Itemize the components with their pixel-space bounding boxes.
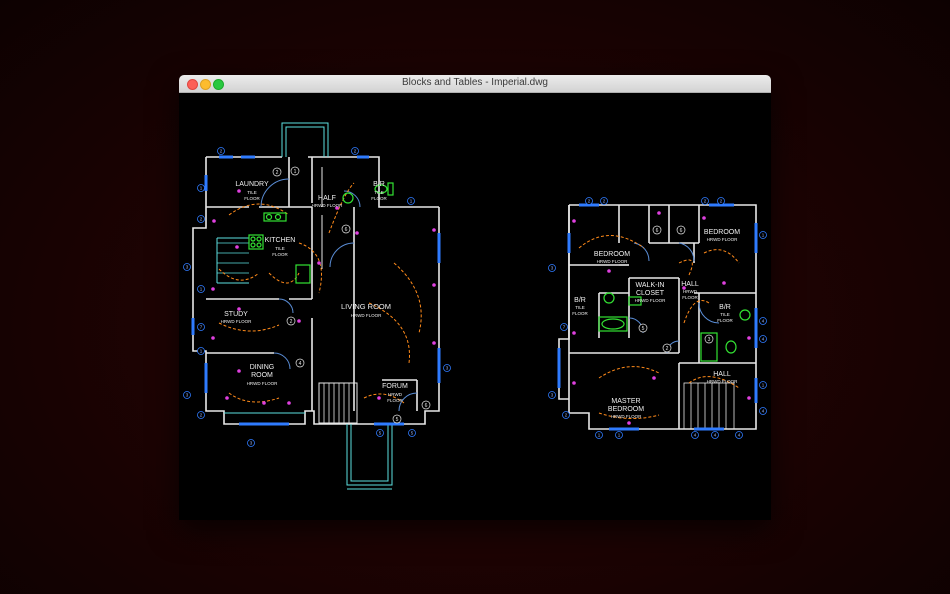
label-laundry-sub2: FLOOR <box>244 196 260 201</box>
svg-text:6: 6 <box>345 227 348 233</box>
svg-text:6: 6 <box>680 228 683 234</box>
label-half: HALF <box>318 195 336 202</box>
label-bath-1-sub2: FLOOR <box>371 196 387 201</box>
label-forum-sub2: FLOOR <box>387 398 403 403</box>
app-window: Blocks and Tables - Imperial.dwg LAUNDRY… <box>179 75 771 520</box>
label-study: STUDY <box>224 311 248 318</box>
label-hall-2: HALL <box>713 371 731 378</box>
label-hall-2-sub: HRWD FLOOR <box>707 379 738 384</box>
label-kitchen-sub2: FLOOR <box>272 252 288 257</box>
label-bedroom-1-sub: HRWD FLOOR <box>597 259 628 264</box>
label-bedroom-2-sub: HRWD FLOOR <box>707 237 738 242</box>
label-living-sub: HRWD FLOOR <box>351 313 382 318</box>
drawing-canvas[interactable]: LAUNDRY TILE FLOOR HALF HRWD FLOOR B/R T… <box>179 93 771 520</box>
label-living-room: LIVING ROOM <box>341 302 391 311</box>
label-forum-sub1: HRWD <box>388 392 403 397</box>
svg-text:6: 6 <box>656 228 659 234</box>
label-bath-1-sub1: TILE <box>374 190 384 195</box>
svg-text:2: 2 <box>666 346 669 352</box>
label-kitchen: KITCHEN <box>265 237 296 244</box>
window-title: Blocks and Tables - Imperial.dwg <box>402 77 548 88</box>
label-walkin-2: CLOSET <box>636 290 665 297</box>
label-study-sub: HRWD FLOOR <box>221 319 252 324</box>
label-laundry: LAUNDRY <box>235 181 269 188</box>
label-kitchen-sub1: TILE <box>275 246 285 251</box>
label-bath-2: B/R <box>574 297 586 304</box>
label-hall-1-sub1: HRWD <box>683 289 698 294</box>
svg-text:5: 5 <box>642 326 645 332</box>
label-dining-1: DINING <box>250 364 275 371</box>
label-dining-sub: HRWD FLOOR <box>247 381 278 386</box>
label-bath-1: B/R <box>373 181 385 188</box>
label-hall-1: HALL <box>681 281 699 288</box>
label-forum: FORUM <box>382 383 408 390</box>
label-walkin-sub: HRWD FLOOR <box>635 298 666 303</box>
label-bath-3-sub2: FLOOR <box>717 318 733 323</box>
label-bedroom-2: BEDROOM <box>704 229 740 236</box>
svg-text:4: 4 <box>299 361 302 367</box>
label-master-1: MASTER <box>611 398 640 405</box>
label-master-2: BEDROOM <box>608 406 644 413</box>
label-laundry-sub1: TILE <box>247 190 257 195</box>
label-walkin-1: WALK-IN <box>636 282 665 289</box>
label-bath-3: B/R <box>719 304 731 311</box>
label-bath-2-sub1: TILE <box>575 305 585 310</box>
svg-text:6: 6 <box>425 403 428 409</box>
title-bar[interactable]: Blocks and Tables - Imperial.dwg <box>179 75 771 93</box>
label-bath-2-sub2: FLOOR <box>572 311 588 316</box>
svg-text:1: 1 <box>294 169 297 175</box>
label-master-sub: HRWD FLOOR <box>611 414 642 419</box>
svg-text:2: 2 <box>290 319 293 325</box>
label-hall-1-sub2: FLOOR <box>682 295 698 300</box>
svg-text:3: 3 <box>708 337 711 343</box>
label-bath-3-sub1: TILE <box>720 312 730 317</box>
label-half-sub: HRWD FLOOR <box>312 203 343 208</box>
svg-text:2: 2 <box>276 170 279 176</box>
label-dining-2: ROOM <box>251 372 273 379</box>
label-bedroom-1: BEDROOM <box>594 251 630 258</box>
svg-text:5: 5 <box>396 417 399 423</box>
